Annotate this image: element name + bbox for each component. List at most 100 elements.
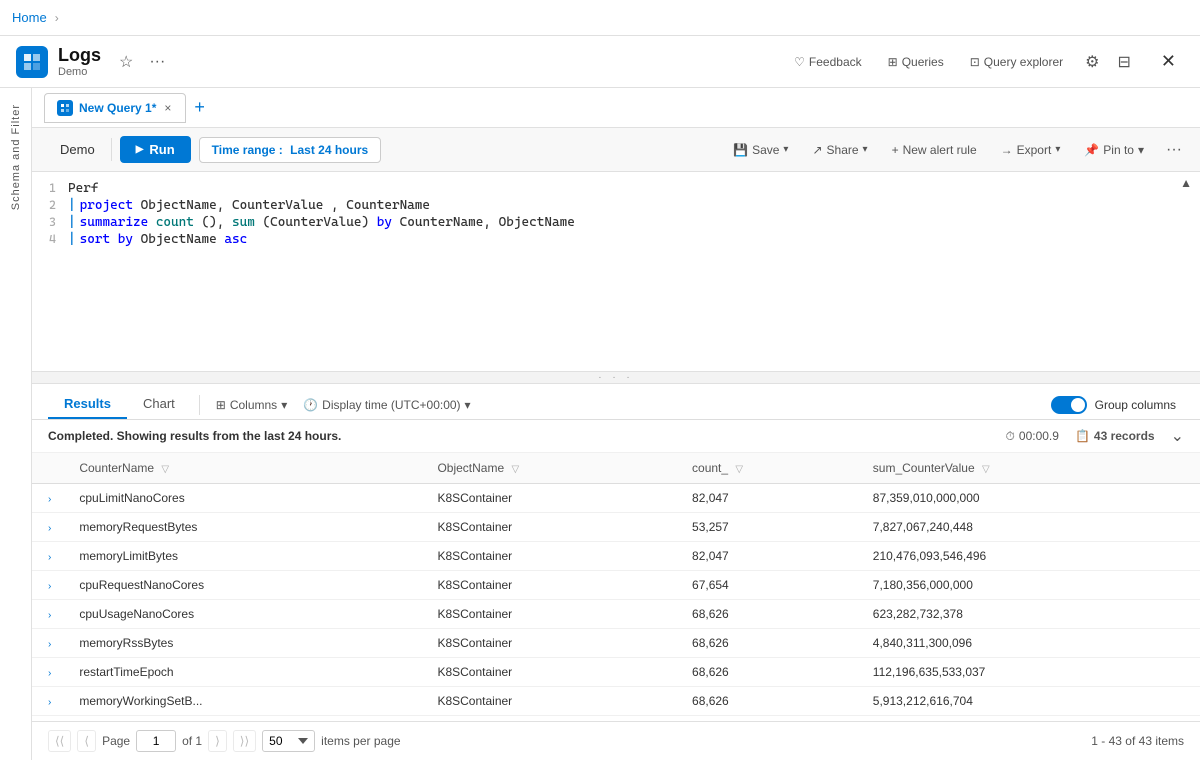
of-label: of 1 (182, 734, 202, 748)
next-page-button[interactable]: ⟩ (208, 730, 227, 752)
time-range-prefix: Time range : (212, 143, 283, 157)
sum-filter-icon[interactable]: ▽ (982, 464, 990, 475)
close-button[interactable]: ✕ (1153, 47, 1184, 76)
expand-row-button[interactable]: › (44, 610, 55, 621)
queries-button[interactable]: ⊞ Queries (880, 50, 952, 74)
expand-cell: › (32, 658, 67, 687)
app-subtitle: Demo (58, 66, 101, 78)
group-columns-toggle-container: Group columns (1051, 396, 1184, 414)
sum-header: sum_CounterValue ▽ (861, 453, 1200, 484)
tab-results[interactable]: Results (48, 390, 127, 419)
sum-cell: 4,840,311,300,096 (861, 629, 1200, 658)
last-page-button[interactable]: ⟩⟩ (233, 730, 256, 752)
new-alert-label: New alert rule (903, 143, 977, 157)
group-columns-label: Group columns (1095, 398, 1176, 412)
count-filter-icon[interactable]: ▽ (735, 464, 743, 475)
queries-label: Queries (902, 55, 944, 69)
expand-row-button[interactable]: › (44, 494, 55, 505)
table-row: › cpuLimitNanoCores K8SContainer 82,047 … (32, 484, 1200, 513)
favorite-button[interactable]: ☆ (115, 50, 137, 74)
export-dropdown-icon: ▾ (1055, 144, 1060, 155)
code-editor[interactable]: ▲ 1 Perf 2 | project ObjectName, Counter… (32, 172, 1200, 372)
expand-row-button[interactable]: › (44, 523, 55, 534)
counter-name-filter-icon[interactable]: ▽ (161, 464, 169, 475)
counter-name-cell: restartTimeEpoch (67, 658, 425, 687)
schema-filter-label[interactable]: Schema and Filter (10, 88, 22, 226)
close-tab-button[interactable]: × (162, 101, 173, 115)
code-line-2: 2 | project ObjectName, CounterValue , C… (32, 197, 1200, 214)
export-button[interactable]: → Export ▾ (993, 138, 1069, 162)
results-tab-label: Results (64, 396, 111, 411)
save-icon: 💾 (733, 143, 748, 157)
prev-page-button[interactable]: ⟨ (77, 730, 96, 752)
page-input[interactable] (136, 730, 176, 752)
count-cell: 82,047 (680, 542, 861, 571)
collapse-editor-button[interactable]: ▲ (1180, 176, 1192, 190)
resize-handle[interactable]: · · · (32, 372, 1200, 384)
sum-cell: 5,913,212,616,704 (861, 687, 1200, 716)
table-row: › memoryLimitBytes K8SContainer 82,047 2… (32, 542, 1200, 571)
first-page-button[interactable]: ⟨⟨ (48, 730, 71, 752)
columns-button[interactable]: ⊞ Columns ▾ (208, 394, 295, 416)
object-name-cell: K8SContainer (425, 571, 680, 600)
time-range-value: Last 24 hours (290, 143, 368, 157)
pagination-info: 1 - 43 of 43 items (1091, 734, 1184, 748)
layout-button[interactable]: ⊟ (1114, 50, 1135, 74)
table-row: › memoryRequestBytes K8SContainer 53,257… (32, 513, 1200, 542)
object-name-filter-icon[interactable]: ▽ (512, 464, 520, 475)
object-name-cell: K8SContainer (425, 484, 680, 513)
counter-name-cell: memoryRequestBytes (67, 513, 425, 542)
object-name-cell: K8SContainer (425, 542, 680, 571)
data-table-container: CounterName ▽ ObjectName ▽ count_ ▽ (32, 453, 1200, 721)
table-row: › memoryWorkingSetB... K8SContainer 68,6… (32, 687, 1200, 716)
time-elapsed: 00:00.9 (1019, 429, 1059, 443)
share-button[interactable]: ↗ Share ▾ (804, 138, 875, 162)
columns-icon: ⊞ (216, 398, 226, 412)
display-time-button[interactable]: 🕐 Display time (UTC+00:00) ▾ (295, 394, 478, 416)
object-name-cell: K8SContainer (425, 513, 680, 542)
feedback-button[interactable]: ♡ Feedback (786, 50, 869, 74)
main-content: New Query 1* × + Demo ▶ Run Time range :… (32, 88, 1200, 760)
run-label: Run (149, 142, 174, 157)
expand-row-button[interactable]: › (44, 552, 55, 563)
count-cell: 68,626 (680, 687, 861, 716)
expand-row-button[interactable]: › (44, 668, 55, 679)
app-container: Home › Logs Demo ☆ ··· ♡ Feedback ⊞ (0, 0, 1200, 760)
sum-cell: 7,827,067,240,448 (861, 513, 1200, 542)
count-cell: 53,257 (680, 513, 861, 542)
table-row: › memoryRssBytes K8SContainer 68,626 4,8… (32, 629, 1200, 658)
toolbar-more-button[interactable]: ··· (1160, 137, 1188, 163)
expand-row-button[interactable]: › (44, 697, 55, 708)
breadcrumb-separator: › (55, 11, 59, 25)
query-tab-1[interactable]: New Query 1* × (44, 93, 186, 123)
counter-name-header: CounterName ▽ (67, 453, 425, 484)
sum-cell: 112,196,635,533,037 (861, 658, 1200, 687)
resize-dots-icon: · · · (598, 372, 634, 383)
group-columns-toggle[interactable] (1051, 396, 1087, 414)
pin-to-button[interactable]: 📌 Pin to ▾ (1076, 138, 1152, 162)
count-header: count_ ▽ (680, 453, 861, 484)
query-explorer-button[interactable]: ⊡ Query explorer (962, 50, 1071, 74)
tab-chart[interactable]: Chart (127, 390, 191, 419)
add-tab-button[interactable]: + (186, 93, 213, 122)
home-link[interactable]: Home (12, 10, 47, 25)
expand-row-button[interactable]: › (44, 639, 55, 650)
settings-button[interactable]: ⚙ (1081, 50, 1103, 74)
header-more-button[interactable]: ··· (145, 51, 169, 73)
app-header: Logs Demo ☆ ··· ♡ Feedback ⊞ Queries ⊡ Q… (0, 36, 1200, 88)
run-button[interactable]: ▶ Run (120, 136, 191, 163)
items-per-page-select[interactable]: 50 100 200 (262, 730, 315, 752)
time-range-button[interactable]: Time range : Last 24 hours (199, 137, 382, 163)
expand-cell: › (32, 600, 67, 629)
save-button[interactable]: 💾 Save ▾ (725, 138, 796, 162)
expand-cell: › (32, 687, 67, 716)
records-count: 43 records (1094, 429, 1155, 443)
expand-results-button[interactable]: ⌄ (1171, 426, 1184, 446)
expand-row-button[interactable]: › (44, 581, 55, 592)
share-dropdown-icon: ▾ (863, 144, 868, 155)
expand-cell: › (32, 484, 67, 513)
header-icons: ☆ ··· (115, 50, 169, 74)
time-badge: ⏱ 00:00.9 (1006, 429, 1059, 444)
counter-name-cell: cpuUsageNanoCores (67, 600, 425, 629)
new-alert-button[interactable]: + New alert rule (884, 138, 985, 162)
